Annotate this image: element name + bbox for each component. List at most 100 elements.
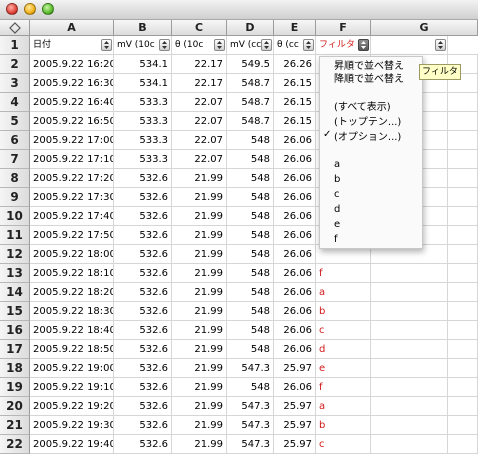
column-header-a[interactable]: A bbox=[30, 20, 114, 36]
row-header[interactable]: 3 bbox=[0, 74, 30, 93]
cell-date[interactable]: 2005.9.22 19:30 bbox=[30, 416, 114, 435]
cell-e[interactable]: 26.15 bbox=[274, 74, 316, 93]
cell-date[interactable]: 2005.9.22 17:30 bbox=[30, 188, 114, 207]
filter-dropdown-button[interactable] bbox=[303, 39, 314, 51]
menu-item-options[interactable]: (オプション...) bbox=[334, 131, 401, 144]
menu-item-value-d[interactable]: d bbox=[334, 203, 340, 216]
cell-b[interactable]: 533.3 bbox=[114, 93, 172, 112]
cell-h[interactable] bbox=[448, 359, 478, 378]
cell-d[interactable]: 548 bbox=[227, 283, 274, 302]
cell-d[interactable]: 548 bbox=[227, 245, 274, 264]
cell-g[interactable] bbox=[371, 378, 448, 397]
cell-date[interactable]: 2005.9.22 16:50 bbox=[30, 112, 114, 131]
cell-g[interactable] bbox=[371, 359, 448, 378]
cell-h[interactable] bbox=[448, 283, 478, 302]
row-header[interactable]: 5 bbox=[0, 112, 30, 131]
cell-h[interactable] bbox=[448, 131, 478, 150]
cell-e[interactable]: 26.15 bbox=[274, 93, 316, 112]
menu-item-value-e[interactable]: e bbox=[334, 218, 340, 231]
cell-b[interactable]: 532.6 bbox=[114, 264, 172, 283]
menu-item-value-a[interactable]: a bbox=[334, 158, 340, 171]
cell-f[interactable]: d bbox=[316, 340, 371, 359]
cell-e[interactable]: 26.15 bbox=[274, 112, 316, 131]
cell-e[interactable]: 26.06 bbox=[274, 302, 316, 321]
cell-b[interactable]: 532.6 bbox=[114, 245, 172, 264]
row-header[interactable]: 18 bbox=[0, 359, 30, 378]
cell-e[interactable]: 25.97 bbox=[274, 416, 316, 435]
cell-d[interactable]: 548 bbox=[227, 340, 274, 359]
cell-g[interactable] bbox=[371, 340, 448, 359]
cell-date[interactable]: 2005.9.22 18:10 bbox=[30, 264, 114, 283]
cell-d[interactable]: 548.7 bbox=[227, 112, 274, 131]
row-header[interactable]: 13 bbox=[0, 264, 30, 283]
cell-h[interactable] bbox=[448, 435, 478, 454]
filter-cell-c[interactable]: θ (10c bbox=[172, 36, 227, 55]
row-header[interactable]: 14 bbox=[0, 283, 30, 302]
minimize-window-button[interactable] bbox=[24, 3, 36, 15]
cell-g[interactable] bbox=[371, 321, 448, 340]
cell-e[interactable]: 26.06 bbox=[274, 340, 316, 359]
row-header[interactable]: 6 bbox=[0, 131, 30, 150]
cell-c[interactable]: 21.99 bbox=[172, 188, 227, 207]
cell-date[interactable]: 2005.9.22 16:40 bbox=[30, 93, 114, 112]
menu-item-value-f[interactable]: f bbox=[334, 233, 338, 246]
cell-h[interactable] bbox=[448, 397, 478, 416]
cell-f[interactable]: f bbox=[316, 264, 371, 283]
row-header[interactable]: 15 bbox=[0, 302, 30, 321]
cell-g[interactable] bbox=[371, 397, 448, 416]
cell-date[interactable]: 2005.9.22 18:00 bbox=[30, 245, 114, 264]
row-header[interactable]: 12 bbox=[0, 245, 30, 264]
cell-e[interactable]: 26.06 bbox=[274, 264, 316, 283]
cell-d[interactable]: 547.3 bbox=[227, 416, 274, 435]
cell-f[interactable]: c bbox=[316, 321, 371, 340]
filter-cell-d[interactable]: mV (cc bbox=[227, 36, 274, 55]
cell-e[interactable]: 26.06 bbox=[274, 207, 316, 226]
cell-b[interactable]: 532.6 bbox=[114, 416, 172, 435]
cell-b[interactable]: 532.6 bbox=[114, 283, 172, 302]
cell-d[interactable]: 548 bbox=[227, 207, 274, 226]
cell-e[interactable]: 26.06 bbox=[274, 245, 316, 264]
column-header-f[interactable]: F bbox=[316, 20, 371, 36]
cell-c[interactable]: 21.99 bbox=[172, 207, 227, 226]
filter-cell-e[interactable]: θ (cc bbox=[274, 36, 316, 55]
cell-b[interactable]: 532.6 bbox=[114, 435, 172, 454]
cell-h[interactable] bbox=[448, 340, 478, 359]
cell-h[interactable] bbox=[448, 302, 478, 321]
row-header[interactable]: 8 bbox=[0, 169, 30, 188]
row-header[interactable]: 20 bbox=[0, 397, 30, 416]
zoom-window-button[interactable] bbox=[42, 3, 54, 15]
cell-b[interactable]: 532.6 bbox=[114, 302, 172, 321]
filter-cell-g[interactable] bbox=[371, 36, 448, 55]
cell-c[interactable]: 22.07 bbox=[172, 112, 227, 131]
menu-item-sort-descending[interactable]: 降順で並べ替え bbox=[334, 73, 404, 86]
cell-d[interactable]: 548 bbox=[227, 378, 274, 397]
cell-b[interactable]: 532.6 bbox=[114, 378, 172, 397]
select-all-corner[interactable] bbox=[0, 20, 30, 36]
row-header[interactable]: 17 bbox=[0, 340, 30, 359]
cell-d[interactable]: 547.3 bbox=[227, 397, 274, 416]
cell-date[interactable]: 2005.9.22 16:20 bbox=[30, 55, 114, 74]
filter-cell-date[interactable]: 日付 bbox=[30, 36, 114, 55]
cell-g[interactable] bbox=[371, 302, 448, 321]
cell-c[interactable]: 21.99 bbox=[172, 340, 227, 359]
cell-d[interactable]: 548.7 bbox=[227, 74, 274, 93]
cell-b[interactable]: 532.6 bbox=[114, 188, 172, 207]
menu-item-show-all[interactable]: (すべて表示) bbox=[334, 101, 391, 114]
cell-f[interactable]: b bbox=[316, 416, 371, 435]
menu-item-value-b[interactable]: b bbox=[334, 173, 340, 186]
cell-e[interactable]: 26.26 bbox=[274, 55, 316, 74]
cell-b[interactable]: 533.3 bbox=[114, 112, 172, 131]
row-header[interactable]: 2 bbox=[0, 55, 30, 74]
cell-d[interactable]: 548.7 bbox=[227, 93, 274, 112]
cell-d[interactable]: 548 bbox=[227, 188, 274, 207]
row-header[interactable]: 16 bbox=[0, 321, 30, 340]
cell-e[interactable]: 26.06 bbox=[274, 169, 316, 188]
cell-h[interactable] bbox=[448, 321, 478, 340]
cell-c[interactable]: 21.99 bbox=[172, 169, 227, 188]
cell-b[interactable]: 532.6 bbox=[114, 397, 172, 416]
cell-c[interactable]: 21.99 bbox=[172, 302, 227, 321]
cell-e[interactable]: 26.06 bbox=[274, 283, 316, 302]
cell-c[interactable]: 21.99 bbox=[172, 435, 227, 454]
cell-date[interactable]: 2005.9.22 18:50 bbox=[30, 340, 114, 359]
row-header[interactable]: 21 bbox=[0, 416, 30, 435]
